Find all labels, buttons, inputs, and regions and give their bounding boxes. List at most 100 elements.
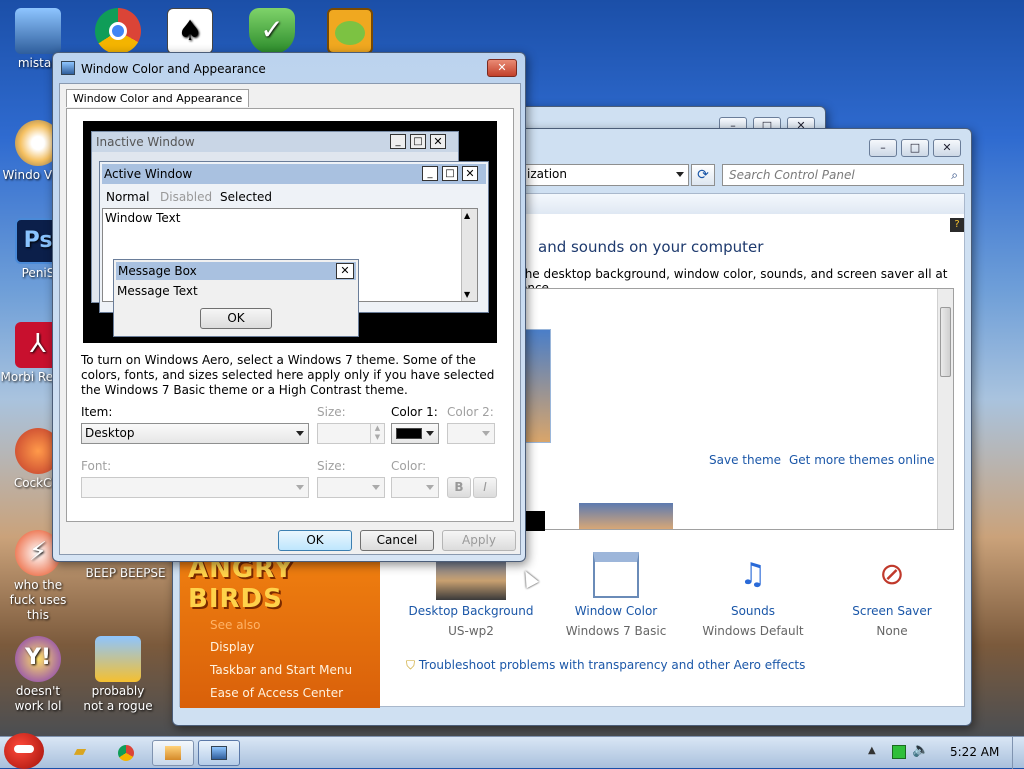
close-button[interactable]: ✕ xyxy=(933,139,961,157)
color1-picker[interactable] xyxy=(391,423,439,444)
stepper-arrows-icon: ▲ ▼ xyxy=(370,424,384,443)
page-title: and sounds on your computer xyxy=(538,238,764,256)
scroll-up-icon: ▲ xyxy=(464,211,471,220)
taskbar-control-panel-button[interactable] xyxy=(152,740,194,766)
desktop-icon-rogue[interactable]: probably not a rogue xyxy=(80,636,156,714)
search-icon: ⌕ xyxy=(951,168,958,182)
close-icon: ✕ xyxy=(497,61,507,74)
scrollbar-thumb[interactable] xyxy=(940,307,951,377)
music-notes-icon: ♫ xyxy=(739,557,767,592)
size-label: Size: xyxy=(317,405,346,419)
shield-icon: ⛉ xyxy=(406,658,416,672)
close-icon: ✕ xyxy=(336,263,354,279)
see-also-label: See also xyxy=(210,618,261,632)
screen-saver-item[interactable]: ⊘ Screen Saver None xyxy=(832,552,952,638)
preview-menu-selected: Selected xyxy=(220,190,273,204)
desktop-icon-yahoo[interactable]: Y! doesn't work lol xyxy=(0,636,76,714)
troubleshoot-link[interactable]: ⛉ Troubleshoot problems with transparenc… xyxy=(406,658,805,673)
sidebar: ANGRY BIRDS See also Display Taskbar and… xyxy=(180,550,380,708)
chevron-down-icon xyxy=(482,431,490,436)
sidebar-item-display[interactable]: Display xyxy=(210,640,254,654)
font-size-label: Size: xyxy=(317,459,346,473)
scroll-down-icon: ▼ xyxy=(464,290,471,299)
font-color-picker[interactable] xyxy=(391,477,439,498)
minimize-icon: _ xyxy=(390,134,406,149)
help-icon[interactable]: ? xyxy=(950,218,964,232)
maximize-icon: □ xyxy=(410,134,426,149)
color1-swatch xyxy=(396,428,422,439)
themes-list[interactable]: Save theme Get more themes online xyxy=(520,288,954,531)
taskbar-explorer-button[interactable]: ▰ xyxy=(64,741,96,765)
window-color-item[interactable]: Window Color Windows 7 Basic xyxy=(556,552,676,638)
tab-panel: Inactive Window _ □ ✕ Active Window _ □ … xyxy=(66,108,514,522)
ok-button[interactable]: OK xyxy=(278,530,352,551)
chevron-down-icon[interactable] xyxy=(676,172,684,177)
desktop-icon-angry-birds[interactable] xyxy=(312,8,388,56)
desktop-background-item[interactable]: Desktop Background US-wp2 xyxy=(406,552,536,638)
folder-icon: ▰ xyxy=(73,741,87,760)
theme-thumbnail-landscape[interactable] xyxy=(579,503,673,529)
gears-icon xyxy=(95,636,141,682)
chevron-down-icon xyxy=(426,485,434,490)
dialog-close-button[interactable]: ✕ xyxy=(487,59,517,77)
close-icon: ✕ xyxy=(430,134,446,149)
apply-button[interactable]: Apply xyxy=(442,530,516,551)
font-color-label: Color: xyxy=(391,459,427,473)
font-label: Font: xyxy=(81,459,112,473)
preview-menu-disabled: Disabled xyxy=(160,190,213,204)
size-stepper[interactable]: ▲ ▼ xyxy=(317,423,385,444)
desktop-icon-se[interactable]: SE xyxy=(140,566,176,581)
desktop-icon-security[interactable]: ✓ xyxy=(234,8,310,56)
preview-message-box: Message Box ✕ Message Text OK xyxy=(113,259,359,337)
sidebar-item-taskbar[interactable]: Taskbar and Start Menu xyxy=(210,663,352,677)
minimize-button[interactable]: – xyxy=(869,139,897,157)
address-bar[interactable]: ization xyxy=(523,164,689,186)
preview-ok-button: OK xyxy=(200,308,272,329)
show-desktop-button[interactable] xyxy=(1012,737,1024,769)
font-size-select[interactable] xyxy=(317,477,385,498)
item-label: Item: xyxy=(81,405,113,419)
chrome-icon xyxy=(95,8,141,54)
color2-picker[interactable] xyxy=(447,423,495,444)
font-select[interactable] xyxy=(81,477,309,498)
volume-icon[interactable]: 🔈 xyxy=(912,742,929,758)
control-panel-icon xyxy=(165,746,181,760)
clock[interactable]: 5:22 AM xyxy=(950,745,999,759)
italic-button[interactable]: I xyxy=(473,477,497,498)
minimize-icon: _ xyxy=(422,166,438,181)
chevron-down-icon xyxy=(296,485,304,490)
battery-icon[interactable] xyxy=(892,745,906,759)
computer-icon xyxy=(15,8,61,54)
angry-bird-icon xyxy=(14,745,34,753)
appearance-preview[interactable]: Inactive Window _ □ ✕ Active Window _ □ … xyxy=(83,121,497,343)
cancel-button[interactable]: Cancel xyxy=(360,530,434,551)
close-icon: ✕ xyxy=(462,166,478,181)
green-pig-icon xyxy=(327,8,373,54)
tab-window-color[interactable]: Window Color and Appearance xyxy=(66,89,250,107)
color1-label: Color 1: xyxy=(391,405,438,419)
scrollbar[interactable] xyxy=(937,289,953,529)
chevron-down-icon xyxy=(426,431,434,436)
show-hidden-icons-button[interactable]: ▲ xyxy=(868,745,876,756)
search-input[interactable]: Search Control Panel ⌕ xyxy=(722,164,964,186)
sidebar-item-ease-of-access[interactable]: Ease of Access Center xyxy=(210,686,343,700)
angry-birds-logo: ANGRY BIRDS xyxy=(188,554,294,614)
taskbar: ▰ ▲ 🔈 5:22 AM xyxy=(0,733,1024,769)
refresh-button[interactable]: ⟳ xyxy=(691,164,715,186)
start-button[interactable] xyxy=(4,733,44,769)
desktop-icon-chrome[interactable] xyxy=(80,8,156,56)
taskbar-dialog-button[interactable] xyxy=(198,740,240,766)
shield-check-icon: ✓ xyxy=(249,8,295,54)
window-color-dialog[interactable]: Window Color and Appearance ✕ Window Col… xyxy=(52,52,526,562)
maximize-icon: □ xyxy=(442,166,458,181)
sounds-item[interactable]: ♫ Sounds Windows Default xyxy=(693,552,813,638)
maximize-button[interactable]: □ xyxy=(901,139,929,157)
item-select[interactable]: Desktop xyxy=(81,423,309,444)
get-more-themes-link[interactable]: Get more themes online xyxy=(789,453,935,467)
monitor-icon xyxy=(211,746,227,760)
bold-button[interactable]: B xyxy=(447,477,471,498)
desktop-icon-cards[interactable]: ♠ xyxy=(152,8,228,56)
taskbar-chrome-button[interactable] xyxy=(108,741,144,765)
save-theme-link[interactable]: Save theme xyxy=(709,453,781,467)
chevron-down-icon xyxy=(296,431,304,436)
